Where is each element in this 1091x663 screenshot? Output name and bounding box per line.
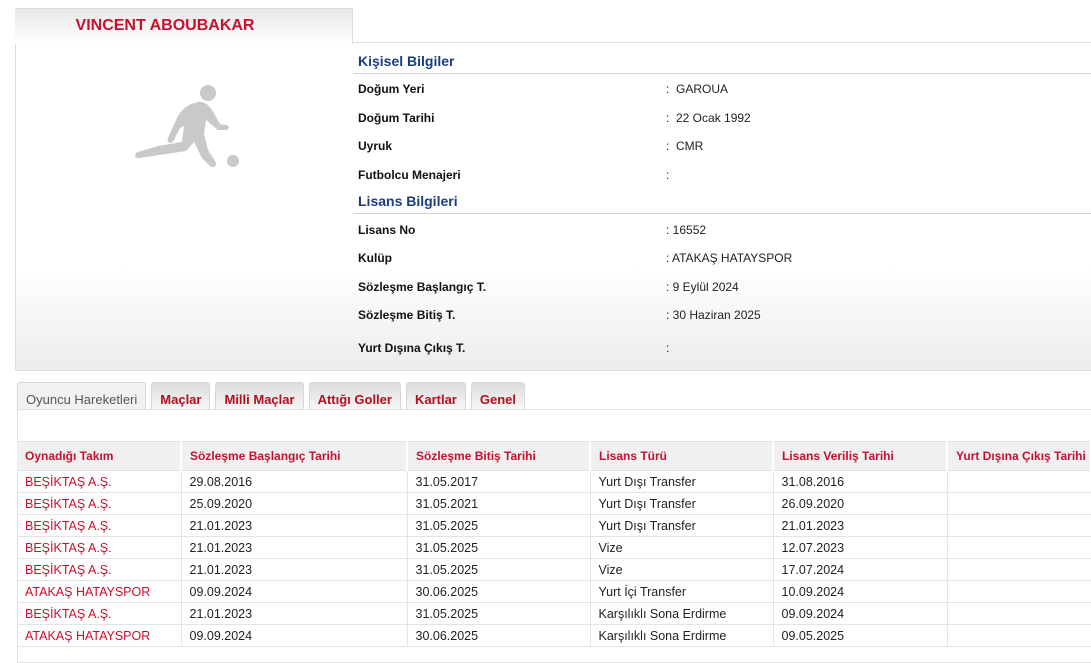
contract-end-value: : 30 Haziran 2025	[666, 308, 761, 322]
license-type-cell: Vize	[590, 536, 774, 559]
license-info-title: Lisans Bilgileri	[358, 193, 458, 209]
contract-end-cell: 31.05.2025	[407, 514, 591, 537]
table-row: BEŞİKTAŞ A.Ş. 29.08.2016 31.05.2017 Yurt…	[17, 470, 1091, 493]
club-value: : ATAKAŞ HATAYSPOR	[666, 251, 793, 265]
column-header-license-date: Lisans Veriliş Tarihi	[773, 441, 948, 471]
header-divider	[353, 42, 1091, 43]
license-no-label: Lisans No	[358, 223, 416, 237]
player-tabs: Oyuncu Hareketleri Maçlar Milli Maçlar A…	[17, 382, 525, 410]
team-cell: BEŞİKTAŞ A.Ş.	[17, 470, 182, 493]
birthdate-label: Doğum Tarihi	[358, 111, 435, 125]
table-row: BEŞİKTAŞ A.Ş. 21.01.2023 31.05.2025 Vize…	[17, 536, 1091, 559]
tab-general[interactable]: Genel	[470, 382, 525, 410]
agent-value: :	[666, 168, 670, 182]
contract-end-cell: 31.05.2017	[407, 470, 591, 493]
table-row: ATAKAŞ HATAYSPOR 09.09.2024 30.06.2025 K…	[17, 624, 1091, 647]
contract-start-value: : 9 Eylül 2024	[666, 280, 739, 294]
contract-start-cell: 21.01.2023	[181, 514, 408, 537]
abroad-exit-cell	[947, 558, 1091, 581]
tab-player-movements[interactable]: Oyuncu Hareketleri	[17, 382, 147, 410]
footballer-silhouette-icon	[135, 85, 239, 168]
player-name: VINCENT ABOUBAKAR	[75, 17, 255, 34]
abroad-exit-cell	[947, 492, 1091, 515]
license-date-cell: 21.01.2023	[773, 514, 948, 537]
column-header-contract-end: Sözleşme Bitiş Tarihi	[407, 441, 591, 471]
table-row: BEŞİKTAŞ A.Ş. 25.09.2020 31.05.2021 Yurt…	[17, 492, 1091, 515]
contract-start-cell: 21.01.2023	[181, 536, 408, 559]
team-cell: BEŞİKTAŞ A.Ş.	[17, 602, 182, 625]
column-header-contract-start: Sözleşme Başlangıç Tarihi	[181, 441, 408, 471]
license-type-cell: Karşılıklı Sona Erdirme	[590, 602, 774, 625]
license-date-cell: 10.09.2024	[773, 580, 948, 603]
tab-goals[interactable]: Attığı Goller	[308, 382, 401, 410]
license-type-cell: Yurt Dışı Transfer	[590, 470, 774, 493]
abroad-exit-value: :	[666, 341, 670, 355]
table-header-row: Oynadığı Takım Sözleşme Başlangıç Tarihi…	[17, 441, 1091, 471]
abroad-exit-label: Yurt Dışına Çıkış T.	[358, 341, 466, 355]
license-date-cell: 17.07.2024	[773, 558, 948, 581]
nationality-label: Uyruk	[358, 139, 393, 153]
contract-end-cell: 30.06.2025	[407, 624, 591, 647]
table-row: BEŞİKTAŞ A.Ş. 21.01.2023 31.05.2025 Yurt…	[17, 514, 1091, 537]
contract-start-label: Sözleşme Başlangıç T.	[358, 280, 487, 294]
tab-matches[interactable]: Maçlar	[151, 382, 211, 410]
contract-start-cell: 09.09.2024	[181, 624, 408, 647]
license-no-value: : 16552	[666, 223, 707, 237]
personal-info-title: Kişisel Bilgiler	[358, 53, 455, 69]
license-type-cell: Yurt Dışı Transfer	[590, 514, 774, 537]
table-row: BEŞİKTAŞ A.Ş. 21.01.2023 31.05.2025 Karş…	[17, 602, 1091, 625]
tab-cards[interactable]: Kartlar	[405, 382, 466, 410]
abroad-exit-cell	[947, 470, 1091, 493]
license-type-cell: Karşılıklı Sona Erdirme	[590, 624, 774, 647]
license-info-divider	[353, 213, 1091, 214]
license-date-cell: 09.09.2024	[773, 602, 948, 625]
team-cell: BEŞİKTAŞ A.Ş.	[17, 536, 182, 559]
column-header-abroad-exit: Yurt Dışına Çıkış Tarihi	[947, 441, 1091, 471]
contract-start-cell: 21.01.2023	[181, 602, 408, 625]
nationality-value: : CMR	[666, 139, 704, 153]
birthplace-label: Doğum Yeri	[358, 82, 425, 96]
contract-start-cell: 21.01.2023	[181, 558, 408, 581]
birthplace-value: : GAROUA	[666, 82, 729, 96]
contract-end-cell: 30.06.2025	[407, 580, 591, 603]
team-cell: BEŞİKTAŞ A.Ş.	[17, 514, 182, 537]
abroad-exit-cell	[947, 602, 1091, 625]
contract-start-cell: 25.09.2020	[181, 492, 408, 515]
table-row: BEŞİKTAŞ A.Ş. 21.01.2023 31.05.2025 Vize…	[17, 558, 1091, 581]
player-name-tab: VINCENT ABOUBAKAR	[15, 8, 353, 44]
birthdate-value: : 22 Ocak 1992	[666, 111, 751, 125]
license-date-cell: 09.05.2025	[773, 624, 948, 647]
license-type-cell: Vize	[590, 558, 774, 581]
contract-end-cell: 31.05.2025	[407, 558, 591, 581]
personal-info-divider	[353, 73, 1091, 74]
team-cell: BEŞİKTAŞ A.Ş.	[17, 492, 182, 515]
contract-end-cell: 31.05.2025	[407, 602, 591, 625]
abroad-exit-cell	[947, 580, 1091, 603]
contract-start-cell: 09.09.2024	[181, 580, 408, 603]
abroad-exit-cell	[947, 536, 1091, 559]
abroad-exit-cell	[947, 624, 1091, 647]
abroad-exit-cell	[947, 514, 1091, 537]
team-cell: BEŞİKTAŞ A.Ş.	[17, 558, 182, 581]
contract-start-cell: 29.08.2016	[181, 470, 408, 493]
club-label: Kulüp	[358, 251, 392, 265]
license-date-cell: 26.09.2020	[773, 492, 948, 515]
contract-end-label: Sözleşme Bitiş T.	[358, 308, 456, 322]
contract-end-cell: 31.05.2021	[407, 492, 591, 515]
team-cell: ATAKAŞ HATAYSPOR	[17, 624, 182, 647]
player-movements-table: Oynadığı Takım Sözleşme Başlangıç Tarihi…	[17, 441, 1091, 647]
license-date-cell: 12.07.2023	[773, 536, 948, 559]
contract-end-cell: 31.05.2025	[407, 536, 591, 559]
column-header-team: Oynadığı Takım	[17, 441, 182, 471]
column-header-license-type: Lisans Türü	[590, 441, 774, 471]
license-type-cell: Yurt İçi Transfer	[590, 580, 774, 603]
team-cell: ATAKAŞ HATAYSPOR	[17, 580, 182, 603]
player-profile-panel	[15, 8, 1091, 371]
table-row: ATAKAŞ HATAYSPOR 09.09.2024 30.06.2025 Y…	[17, 580, 1091, 603]
agent-label: Futbolcu Menajeri	[358, 168, 461, 182]
license-type-cell: Yurt Dışı Transfer	[590, 492, 774, 515]
tab-national-matches[interactable]: Milli Maçlar	[215, 382, 304, 410]
license-date-cell: 31.08.2016	[773, 470, 948, 493]
